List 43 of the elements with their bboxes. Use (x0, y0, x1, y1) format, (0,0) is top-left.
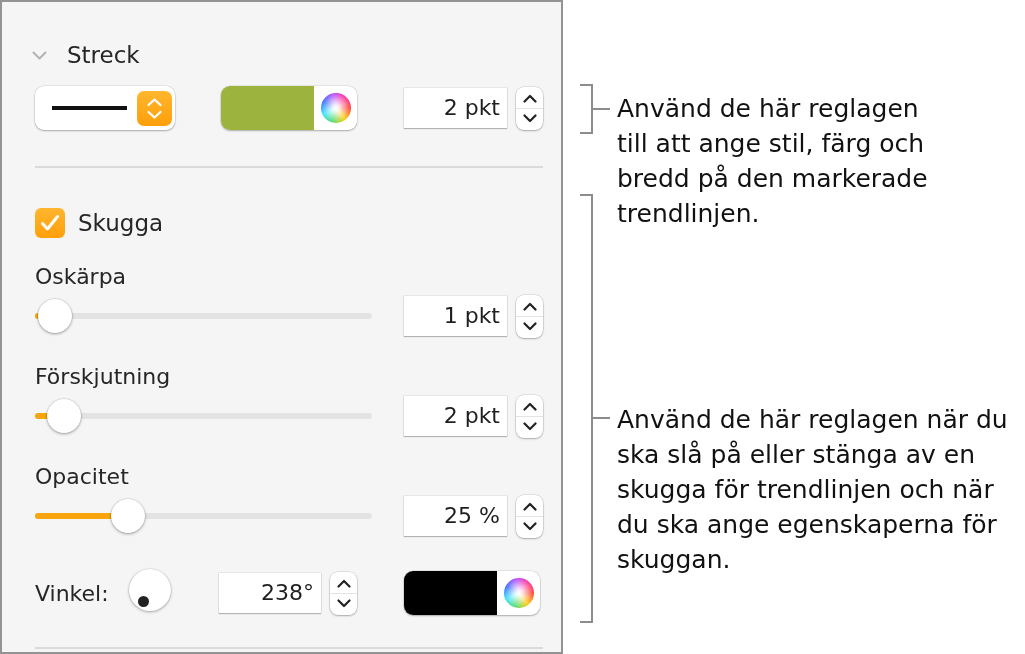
stepper[interactable] (516, 494, 543, 538)
callout-text: Använd de här reglagen när du ska slå på eller stänga av en skugga för trendlinjen och när du ska ange egenskaperna för skuggan. (617, 404, 1009, 576)
color-wheel-icon[interactable] (504, 578, 534, 608)
slider-label: Oskärpa (35, 264, 127, 290)
dial-handle[interactable] (137, 595, 149, 607)
color-wheel-icon[interactable] (321, 93, 351, 123)
color-well[interactable] (404, 571, 540, 615)
checkbox[interactable] (35, 208, 65, 238)
chevron-down-icon[interactable] (522, 113, 537, 123)
number-field[interactable]: 25 % (404, 496, 507, 536)
color-well[interactable] (221, 86, 357, 130)
chevron-down-icon[interactable] (336, 598, 351, 608)
chevron-up-icon[interactable] (336, 578, 351, 588)
slider-thumb[interactable] (47, 399, 82, 433)
slider-thumb[interactable] (110, 499, 145, 533)
angle-label: Vinkel: (35, 580, 109, 606)
line-style-popup[interactable] (35, 86, 175, 130)
callout-text: Använd de här reglagen till att ange stil, färg och bredd på den markerade trendlinjen. (617, 93, 929, 230)
stepper[interactable] (516, 294, 543, 338)
chevron-up-icon[interactable] (522, 301, 537, 311)
slider-track[interactable] (35, 499, 372, 533)
checkbox-label: Skugga (78, 210, 164, 236)
number-field[interactable]: 2 pkt (404, 88, 507, 128)
slider-thumb[interactable] (38, 299, 72, 333)
slider-label: Opacitet (35, 464, 129, 490)
stepper[interactable] (516, 86, 543, 130)
chevron-down-icon[interactable] (522, 321, 537, 331)
stepper[interactable] (330, 571, 357, 615)
chevron-down-icon[interactable] (522, 521, 537, 531)
slider-label: Förskjutning (35, 364, 171, 390)
section-title: Streck (67, 42, 140, 68)
slider-track[interactable] (35, 299, 372, 333)
stepper[interactable] (516, 394, 543, 438)
chevron-up-icon[interactable] (522, 501, 537, 511)
chevron-up-icon[interactable] (522, 401, 537, 411)
line-sample-icon (52, 106, 127, 110)
angle-dial[interactable] (129, 569, 171, 611)
number-field[interactable]: 238° (219, 573, 321, 613)
chevron-down-icon[interactable] (522, 421, 537, 431)
chevron-up-icon[interactable] (522, 93, 537, 103)
number-field[interactable]: 2 pkt (404, 396, 507, 436)
callout-bracket (578, 84, 612, 134)
number-field[interactable]: 1 pkt (404, 296, 507, 336)
